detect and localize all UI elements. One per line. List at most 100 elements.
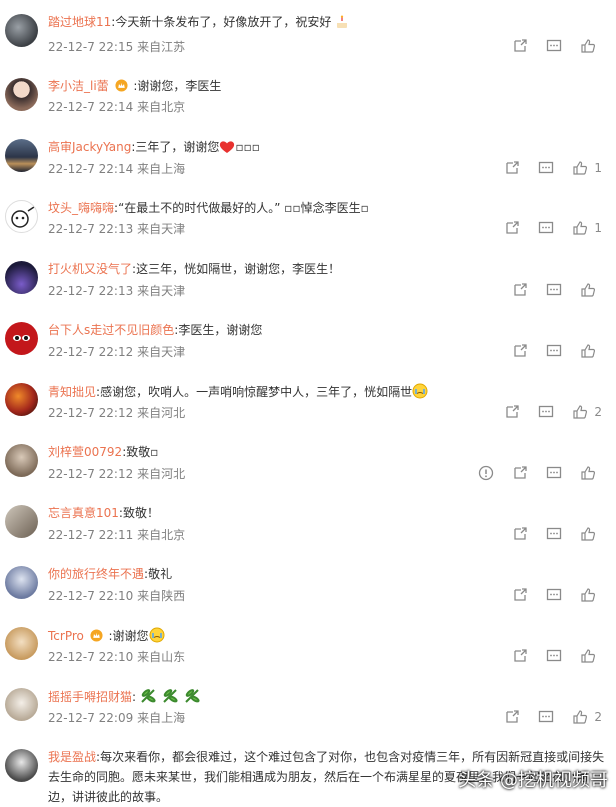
comment-icon (539, 221, 554, 234)
comment-meta: 22-12-7 22:12 来自河北 (48, 406, 185, 420)
share-button[interactable] (512, 343, 528, 359)
report-icon (478, 465, 494, 481)
reply-button[interactable] (538, 160, 554, 176)
like-button[interactable] (580, 343, 602, 359)
thumbs-up-icon (573, 221, 588, 235)
reply-button[interactable] (546, 38, 562, 54)
username-link[interactable]: 高审JackyYang (48, 140, 131, 154)
thumbs-up-icon (581, 283, 596, 297)
share-icon (514, 527, 527, 540)
action-bar (512, 282, 602, 298)
thumbs-up-icon (581, 527, 596, 541)
avatar[interactable] (5, 688, 38, 721)
share-button[interactable] (512, 38, 528, 54)
share-icon (514, 283, 527, 296)
share-button[interactable] (512, 526, 528, 542)
reply-button[interactable] (538, 709, 554, 725)
comment-meta: 22-12-7 22:15 来自江苏 (48, 40, 185, 54)
avatar[interactable] (5, 566, 38, 599)
avatar[interactable] (5, 78, 38, 111)
comment-text: 致敬！ (122, 506, 159, 520)
comment-line: 踏过地球11:今天新十条发布了，好像放开了，祝安好 (48, 14, 349, 33)
like-count: 1 (594, 161, 602, 175)
report-button[interactable] (478, 465, 494, 481)
avatar[interactable] (5, 505, 38, 538)
username-link[interactable]: 坟头_嗨嗨嗨 (48, 201, 114, 215)
like-count: 2 (594, 710, 602, 724)
comment-text: 谢谢您，李医生 (137, 79, 222, 93)
share-icon (506, 710, 520, 723)
avatar[interactable] (5, 383, 38, 416)
avatar[interactable] (5, 322, 38, 355)
comment-line: TcrPro :谢谢您 (48, 627, 165, 647)
reply-button[interactable] (546, 343, 562, 359)
reply-button[interactable] (546, 587, 562, 603)
username-link[interactable]: 打火机又没气了 (48, 262, 132, 276)
share-button[interactable] (504, 160, 520, 176)
bamboo-emoji-icon (140, 688, 206, 708)
reply-button[interactable] (546, 282, 562, 298)
like-button[interactable] (580, 587, 602, 603)
like-button[interactable]: 2 (572, 709, 602, 725)
timestamp: 22-12-7 22:13 (48, 284, 134, 298)
share-button[interactable] (504, 709, 520, 725)
like-button[interactable] (580, 526, 602, 542)
like-button[interactable]: 1 (572, 220, 602, 236)
action-bar (512, 648, 602, 664)
username-link[interactable]: 台下人s走过不见旧颜色 (48, 323, 174, 337)
username-link[interactable]: 青知拙见 (48, 385, 96, 399)
avatar[interactable] (5, 627, 38, 660)
location: 来自上海 (137, 162, 186, 176)
avatar[interactable] (5, 14, 38, 47)
like-button[interactable] (580, 282, 602, 298)
share-button[interactable] (512, 587, 528, 603)
timestamp: 22-12-7 22:09 (48, 711, 134, 725)
avatar[interactable] (5, 444, 38, 477)
share-icon (506, 161, 520, 174)
username-link[interactable]: 刘梓萱00792 (48, 445, 122, 459)
separator: : (132, 690, 137, 704)
reply-button[interactable] (538, 220, 554, 236)
share-button[interactable] (504, 220, 520, 236)
comment-icon (539, 161, 554, 174)
comment-icon (546, 649, 562, 662)
timestamp: 22-12-7 22:13 (48, 222, 134, 236)
share-icon (506, 221, 520, 234)
share-button[interactable] (512, 465, 528, 481)
username-link[interactable]: 忘言真意101 (48, 506, 119, 520)
comment-line: 打火机又没气了:这三年，恍如隔世，谢谢您，李医生！ (48, 261, 340, 277)
avatar[interactable] (5, 200, 38, 233)
like-button[interactable] (580, 38, 602, 54)
comment-meta: 22-12-7 22:12 来自天津 (48, 345, 185, 359)
username-link[interactable]: TcrPro (48, 629, 84, 643)
like-button[interactable]: 1 (572, 160, 602, 176)
username-link[interactable]: 摇摇手嘚招财猫 (48, 690, 132, 704)
comment-text: 敬礼 (148, 567, 173, 581)
comment-meta: 22-12-7 22:10 来自陕西 (48, 589, 185, 603)
like-button[interactable] (580, 648, 602, 664)
share-button[interactable] (504, 404, 520, 420)
like-button[interactable]: 2 (572, 404, 602, 420)
reply-button[interactable] (538, 404, 554, 420)
mask-avatar-icon (13, 335, 30, 341)
reply-button[interactable] (546, 648, 562, 664)
comment-line: 青知拙见:感谢您，吹哨人。一声哨响惊醒梦中人，三年了，恍如隔世 (48, 383, 428, 403)
comment-text: 致敬▫ (126, 445, 159, 459)
thumbs-up-icon (581, 39, 596, 53)
username-link[interactable]: 我是盈战 (48, 750, 96, 764)
share-button[interactable] (512, 282, 528, 298)
like-button[interactable] (580, 465, 602, 481)
avatar[interactable] (5, 139, 38, 172)
thumbs-up-icon (573, 161, 588, 175)
timestamp: 22-12-7 22:14 (48, 100, 134, 114)
username-link[interactable]: 踏过地球11 (48, 15, 111, 29)
comment-meta: 22-12-7 22:14 来自上海 (48, 162, 185, 176)
avatar[interactable] (5, 261, 38, 294)
username-link[interactable]: 你的旅行终年不遇 (48, 567, 144, 581)
reply-button[interactable] (546, 526, 562, 542)
avatar[interactable] (5, 749, 38, 782)
share-button[interactable] (512, 648, 528, 664)
comment-meta: 22-12-7 22:13 来自天津 (48, 284, 185, 298)
reply-button[interactable] (546, 465, 562, 481)
username-link[interactable]: 李小洁_li蕾 (48, 79, 109, 93)
